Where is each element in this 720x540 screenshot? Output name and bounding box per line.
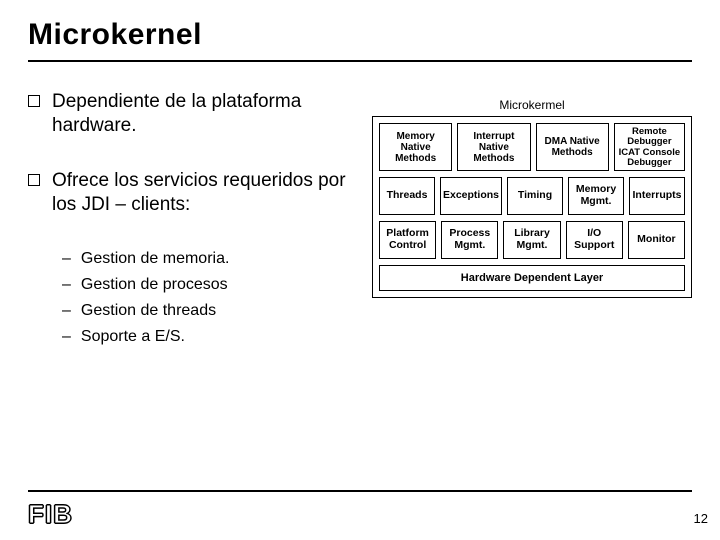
bullet-item: Ofrece los servicios requeridos por los … [28,169,354,218]
sub-bullet-text: Soporte a E/S. [81,325,185,349]
fib-logo: FIB [28,499,73,530]
sub-bullet-text: Gestion de memoria. [81,247,230,271]
sub-bullet-item: – Gestion de procesos [62,273,354,297]
diagram-cell: Threads [379,177,435,215]
page-number: 12 [694,511,708,526]
dash-icon: – [62,325,71,349]
page-title: Microkernel [28,18,692,52]
diagram-cell: Library Mgmt. [503,221,560,259]
diagram-row: Platform Control Process Mgmt. Library M… [379,221,685,259]
microkernel-diagram: Memory Native Methods Interrupt Native M… [372,116,692,298]
dash-icon: – [62,247,71,271]
dash-icon: – [62,299,71,323]
diagram-cell: Process Mgmt. [441,221,498,259]
diagram-cell: DMA Native Methods [536,123,609,171]
sub-bullet-item: – Gestion de threads [62,299,354,323]
diagram-row: Threads Exceptions Timing Memory Mgmt. I… [379,177,685,215]
diagram-cell: Interrupts [629,177,685,215]
diagram-cell: Timing [507,177,563,215]
footer-divider [28,490,692,492]
diagram-cell: Platform Control [379,221,436,259]
diagram-cell: I/O Support [566,221,623,259]
diagram-subcell: ICAT Console Debugger [616,148,683,168]
sub-bullet-text: Gestion de threads [81,299,216,323]
diagram-hdl-cell: Hardware Dependent Layer [379,265,685,291]
sub-bullet-item: – Gestion de memoria. [62,247,354,271]
diagram-cell: Interrupt Native Methods [457,123,530,171]
diagram-cell: Memory Native Methods [379,123,452,171]
dash-icon: – [62,273,71,297]
square-bullet-icon [28,174,40,186]
diagram-area: Microkermel Memory Native Methods Interr… [372,90,692,351]
title-divider [28,60,692,62]
diagram-cell: Exceptions [440,177,502,215]
diagram-cell: Monitor [628,221,685,259]
bullet-item: Dependiente de la plataforma hardware. [28,90,354,139]
sub-bullet-item: – Soporte a E/S. [62,325,354,349]
sub-bullet-text: Gestion de procesos [81,273,228,297]
bullet-text: Dependiente de la plataforma hardware. [52,90,354,139]
content-area: Dependiente de la plataforma hardware. O… [28,90,692,351]
bullet-text: Ofrece los servicios requeridos por los … [52,169,354,218]
square-bullet-icon [28,95,40,107]
diagram-row: Memory Native Methods Interrupt Native M… [379,123,685,171]
diagram-title: Microkermel [372,98,692,112]
bullet-list: Dependiente de la plataforma hardware. O… [28,90,354,351]
diagram-subcell: Remote Debugger [616,127,683,147]
diagram-cell: Memory Mgmt. [568,177,624,215]
diagram-cell-stack: Remote Debugger ICAT Console Debugger [614,123,685,171]
sub-bullet-list: – Gestion de memoria. – Gestion de proce… [62,247,354,349]
